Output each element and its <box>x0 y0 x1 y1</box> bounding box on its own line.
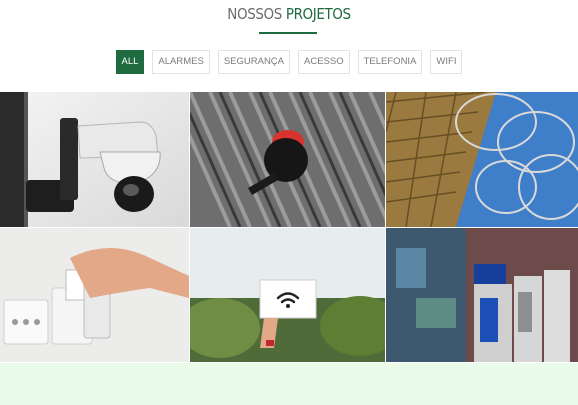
project-tile-alarm-siren[interactable] <box>190 92 385 227</box>
alarm-siren-image <box>190 92 385 227</box>
access-card-image <box>0 228 189 362</box>
project-grid <box>0 92 578 362</box>
razor-wire-image <box>386 92 578 227</box>
section-title-part2: PROJETOS <box>285 5 351 23</box>
title-underline <box>259 32 317 34</box>
project-tile-wifi[interactable] <box>190 228 385 362</box>
filter-all[interactable]: ALL <box>115 50 145 74</box>
page: NOSSOS PROJETOS ALL ALARMES SEGURANÇA AC… <box>0 0 578 405</box>
section-title-part1: NOSSOS <box>227 5 282 23</box>
filter-alarmes[interactable]: ALARMES <box>152 50 210 74</box>
project-filter-bar: ALL ALARMES SEGURANÇA ACESSO TELEFONIA W… <box>0 50 578 74</box>
footer-band <box>0 363 578 405</box>
project-tile-security-camera[interactable] <box>0 92 189 227</box>
filter-wifi[interactable]: WIFI <box>430 50 463 74</box>
payphones-image <box>386 228 578 362</box>
filter-acesso[interactable]: ACESSO <box>298 50 350 74</box>
project-tile-payphones[interactable] <box>386 228 578 362</box>
filter-telefonia[interactable]: TELEFONIA <box>357 50 423 74</box>
filter-seguranca[interactable]: SEGURANÇA <box>217 50 291 74</box>
wifi-sign-image <box>190 228 385 362</box>
project-tile-access-card[interactable] <box>0 228 189 362</box>
project-tile-razor-wire[interactable] <box>386 92 578 227</box>
security-camera-image <box>0 92 189 227</box>
section-title: NOSSOS PROJETOS <box>0 5 578 23</box>
